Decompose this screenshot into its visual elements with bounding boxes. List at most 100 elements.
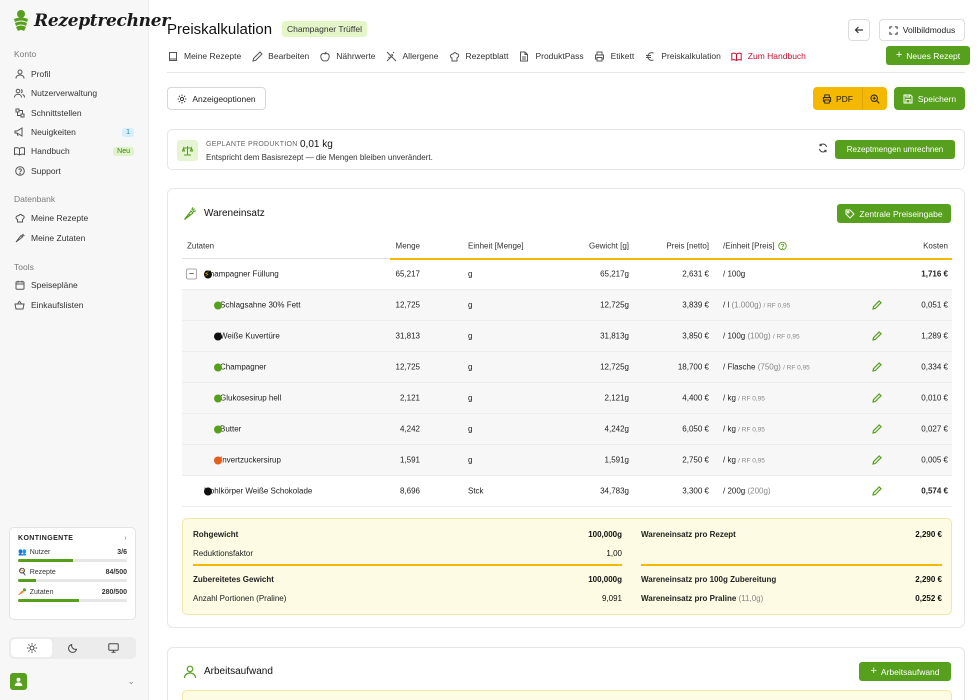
tab-label: Zum Handbuch (747, 51, 806, 61)
edit-price-button[interactable] (872, 393, 882, 403)
add-labor-button[interactable]: + Arbeitsaufwand (859, 662, 951, 681)
new-recipe-button[interactable]: + Neues Rezept (886, 46, 970, 65)
edit-price-button[interactable] (872, 300, 882, 310)
weight-cell: 12,725g (600, 362, 629, 372)
tab-bearbeiten[interactable]: Bearbeiten (251, 50, 309, 62)
sidebar-item-einkaufslisten[interactable]: Einkaufslisten (14, 298, 134, 312)
edit-price-button[interactable] (872, 362, 882, 372)
carrot-icon: 🥕 (18, 589, 27, 596)
pdf-preview-button[interactable] (862, 87, 887, 110)
black-status-dot-icon (204, 487, 212, 495)
sub-ingredient-row[interactable]: Weiße Kuvertüre 31,813 g 31,813g 3,850 €/ 10… (182, 321, 952, 352)
ingredient-name: Weiße Kuvertüre (220, 331, 280, 341)
sidebar-item-support[interactable]: Support (14, 164, 134, 178)
cost-cell: 0,005 € (921, 455, 948, 465)
dark-mode-button[interactable] (52, 639, 93, 657)
app-logo[interactable]: Rezeptrechner (11, 9, 170, 33)
pencil-icon (872, 486, 882, 496)
new-recipe-label: Neues Rezept (906, 50, 961, 61)
tab-rezeptblatt[interactable]: Rezeptblatt (448, 50, 508, 62)
tab-zum-handbuch[interactable]: Zum Handbuch (731, 50, 806, 62)
sidebar-item-schnittstellen[interactable]: Schnittstellen (14, 106, 134, 120)
sub-ingredient-row[interactable]: Invertzuckersirup 1,591 g 1,591g 2,750 € / kg… (182, 445, 952, 476)
sidebar-item-nutzerverwaltung[interactable]: Nutzerverwaltung (14, 86, 134, 100)
cost-of-goods-title: Wareneinsatz (204, 208, 265, 219)
sidebar-item-profil[interactable]: Profil (14, 67, 134, 81)
sidebar-item-meine-rezepte[interactable]: Meine Rezepte (14, 211, 134, 225)
tab-label: Preiskalkulation (661, 51, 721, 61)
summary-value: 0,252 € (915, 594, 942, 603)
light-mode-button[interactable] (11, 639, 52, 657)
tab-naehrwerte[interactable]: Nährwerte (319, 50, 376, 62)
refresh-icon[interactable] (818, 143, 828, 153)
quota-card[interactable]: KONTINGENTE › 👥 Nutzer 3/6 🍳 Rezepte 84/500 … (9, 527, 136, 620)
help-circle-icon (14, 166, 25, 177)
price-unit: / 100g (723, 269, 746, 279)
column-header-menge: Menge (395, 241, 420, 251)
pencil-icon (872, 362, 882, 372)
sidebar-item-label: Einkaufslisten (31, 300, 84, 310)
pdf-button[interactable]: PDF (813, 87, 862, 110)
sidebar: Rezeptrechner Konto Profil Nutzerverwalt… (0, 0, 170, 700)
edit-price-button[interactable] (872, 486, 882, 496)
sidebar-item-neuigkeiten[interactable]: Neuigkeiten 1 (14, 125, 134, 139)
summary-row-pro-100g: Wareneinsatz pro 100g Zubereitung 2,290 … (641, 575, 942, 584)
edit-price-button[interactable] (872, 424, 882, 434)
edit-price-button[interactable] (872, 331, 882, 341)
ingredient-name: Invertzuckersirup (220, 455, 281, 465)
green-status-dot-icon (214, 425, 222, 433)
tab-label: Allergene (402, 51, 439, 61)
sub-ingredient-row[interactable]: Champagner 12,725 g 12,725g 18,700 € / Flasch… (182, 352, 952, 383)
planned-production-card: GEPLANTE PRODUKTION 0,01 kg Entspricht d… (167, 129, 965, 170)
sub-ingredient-row[interactable]: Schlagsahne 30% Fett 12,725 g 12,725g 3,839 … (182, 290, 952, 321)
tab-label: Rezeptblatt (465, 51, 509, 61)
ingredient-row[interactable]: − ⚡ Champagner Füllung 65,217 g 65,217g 2,631 … (182, 259, 952, 290)
recipe-tag: Champagner Trüffel (282, 21, 367, 37)
summary-divider (193, 564, 622, 566)
tab-preiskalkulation[interactable]: Preiskalkulation (644, 50, 721, 62)
quota-row-nutzer: 👥 Nutzer 3/6 (18, 548, 127, 562)
collapse-toggle-button[interactable]: − (186, 268, 197, 280)
quota-label: Rezepte (29, 568, 56, 576)
view-options-button[interactable]: Anzeigeoptionen (167, 87, 266, 110)
news-count-badge: 1 (122, 127, 134, 137)
convert-quantities-button[interactable]: Rezeptmengen umrechnen (835, 140, 955, 159)
edit-price-button[interactable] (872, 455, 882, 465)
summary-right-column: Wareneinsatz pro Rezept 2,290 € Warenein… (641, 519, 942, 614)
user-menu[interactable]: ⌄ (10, 672, 135, 690)
amount-cell: 12,725 (395, 362, 420, 372)
handbook-icon (731, 50, 743, 62)
page-title: Preiskalkulation (167, 21, 273, 38)
help-circle-icon[interactable] (777, 241, 787, 251)
sidebar-item-speiseplaene[interactable]: Speisepläne (14, 278, 134, 292)
tab-produktpass[interactable]: ProduktPass (518, 50, 584, 62)
sidebar-item-label: Speisepläne (31, 280, 78, 290)
section-title-datenbank: Datenbank (14, 194, 56, 204)
central-price-input-button[interactable]: Zentrale Preiseingabe (837, 204, 951, 223)
black-status-dot-icon (214, 332, 222, 340)
ingredient-row[interactable]: Hohlkörper Weiße Schokolade 8,696 Stck 34,7… (182, 476, 952, 507)
sidebar-item-handbuch[interactable]: Handbuch Neu (14, 144, 134, 158)
sidebar-item-label: Neuigkeiten (31, 127, 76, 137)
tab-meine-rezepte[interactable]: Meine Rezepte (167, 50, 241, 62)
back-button[interactable] (848, 19, 870, 41)
save-button[interactable]: Speichern (894, 87, 965, 110)
sidebar-item-label: Schnittstellen (31, 108, 82, 118)
summary-divider (641, 564, 942, 566)
tab-etikett[interactable]: Etikett (594, 50, 634, 62)
sidebar-item-meine-zutaten[interactable]: Meine Zutaten (14, 231, 134, 245)
fullscreen-button[interactable]: Vollbildmodus (879, 19, 965, 41)
amount-cell: 12,725 (395, 300, 420, 310)
sub-ingredient-row[interactable]: Glukosesirup hell 2,121 g 2,121g 4,400 € / kg… (182, 383, 952, 414)
green-status-dot-icon (214, 363, 222, 371)
cost-cell: 0,051 € (921, 300, 948, 310)
planned-production-value[interactable]: 0,01 kg (300, 139, 333, 150)
system-mode-button[interactable] (93, 639, 134, 657)
tab-allergene[interactable]: Allergene (386, 50, 439, 62)
unit-cell: Stck (468, 486, 484, 496)
recipe-tabs: Meine Rezepte Bearbeiten Nährwerte Aller… (167, 48, 816, 64)
plus-icon: + (895, 49, 903, 61)
pdf-label: PDF (836, 93, 853, 104)
weight-cell: 12,725g (600, 300, 629, 310)
sub-ingredient-row[interactable]: Butter 4,242 g 4,242g 6,050 € / kg / RF 0,95 0… (182, 414, 952, 445)
